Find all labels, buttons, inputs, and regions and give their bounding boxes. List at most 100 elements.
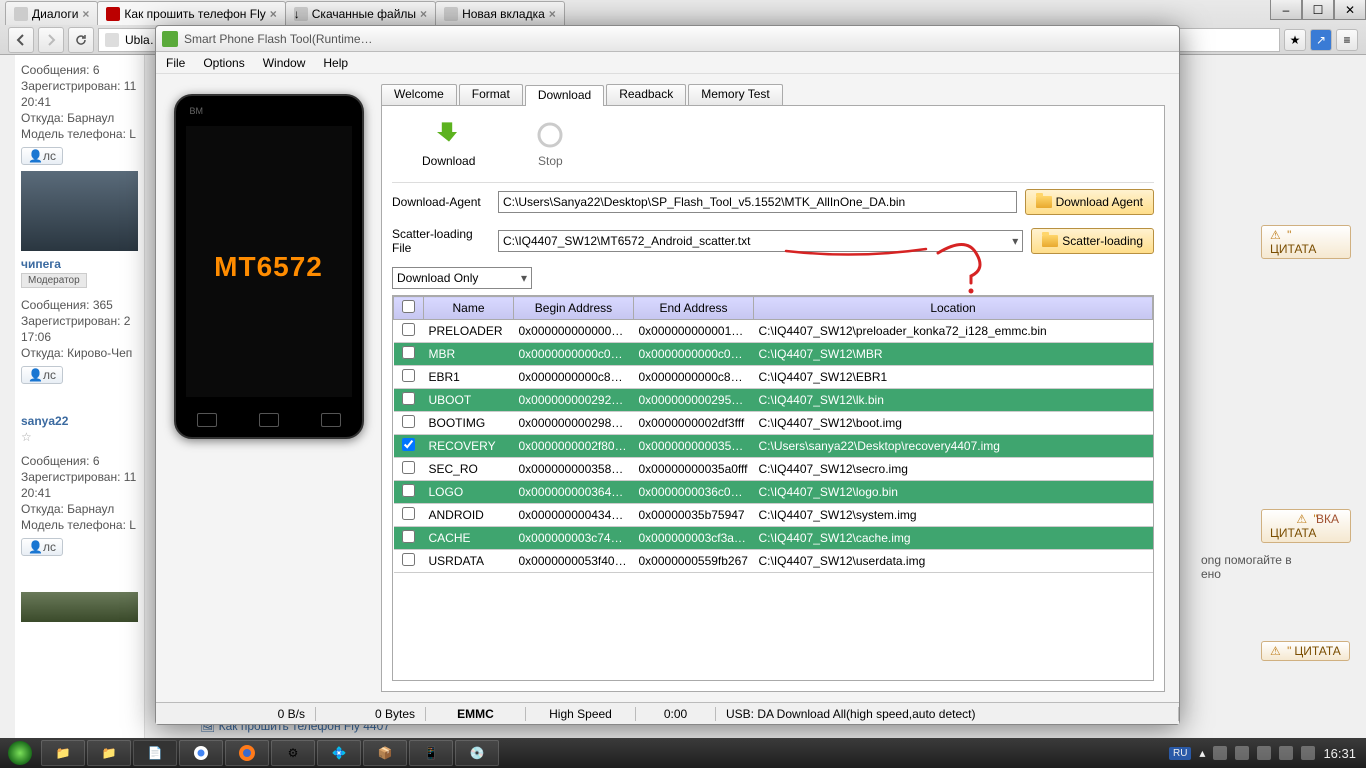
app-titlebar[interactable]: Smart Phone Flash Tool(Runtime… bbox=[156, 26, 1179, 52]
star-icon[interactable]: ★ bbox=[1284, 29, 1306, 51]
menu-options[interactable]: Options bbox=[203, 56, 244, 70]
scatter-button[interactable]: Scatter-loading bbox=[1031, 228, 1154, 254]
taskbar-item[interactable]: 💿 bbox=[455, 740, 499, 766]
table-row[interactable]: LOGO0x00000000036400000x0000000036c0ac1C… bbox=[394, 481, 1153, 504]
table-row[interactable]: CACHE0x000000003c7400000x000000003cf3a0e… bbox=[394, 527, 1153, 550]
table-row[interactable]: USRDATA0x0000000053f400000x0000000559fb2… bbox=[394, 550, 1153, 573]
select-all-checkbox[interactable] bbox=[402, 300, 415, 313]
share-icon[interactable]: ↗ bbox=[1310, 29, 1332, 51]
menu-file[interactable]: File bbox=[166, 56, 185, 70]
back-button[interactable] bbox=[8, 27, 34, 53]
col-end[interactable]: End Address bbox=[634, 297, 754, 320]
download-agent-button[interactable]: Download Agent bbox=[1025, 189, 1154, 215]
window-minimize-button[interactable]: – bbox=[1270, 0, 1302, 20]
clock[interactable]: 16:31 bbox=[1323, 746, 1356, 761]
quote-button[interactable]: ⚠ "ЦИТАТА bbox=[1261, 641, 1350, 661]
start-button[interactable] bbox=[0, 738, 40, 768]
download-mode-select[interactable]: Download Only bbox=[392, 267, 532, 289]
browser-tab-1[interactable]: Как прошить телефон Fly × bbox=[97, 1, 285, 25]
row-checkbox[interactable] bbox=[402, 507, 415, 520]
taskbar-item[interactable]: ⚙ bbox=[271, 740, 315, 766]
row-checkbox[interactable] bbox=[402, 369, 415, 382]
table-row[interactable]: ANDROID0x00000000043400000x00000035b7594… bbox=[394, 504, 1153, 527]
taskbar-item[interactable]: 📁 bbox=[87, 740, 131, 766]
row-location: C:\IQ4407_SW12\system.img bbox=[754, 504, 1153, 527]
contact-button[interactable]: 👤лс bbox=[21, 538, 63, 556]
contact-button[interactable]: 👤лс bbox=[21, 147, 63, 165]
reload-button[interactable] bbox=[68, 27, 94, 53]
tab-close-icon[interactable]: × bbox=[270, 7, 277, 21]
taskbar-item[interactable] bbox=[179, 740, 223, 766]
row-checkbox[interactable] bbox=[402, 346, 415, 359]
forward-button[interactable] bbox=[38, 27, 64, 53]
scatter-combo[interactable]: C:\IQ4407_SW12\MT6572_Android_scatter.tx… bbox=[498, 230, 1023, 252]
tab-memory-test[interactable]: Memory Test bbox=[688, 84, 782, 105]
tab-download[interactable]: Download bbox=[525, 85, 604, 106]
col-checkbox[interactable] bbox=[394, 297, 424, 320]
row-checkbox[interactable] bbox=[402, 553, 415, 566]
browser-tab-2[interactable]: ↓ Скачанные файлы × bbox=[285, 1, 436, 25]
language-indicator[interactable]: RU bbox=[1169, 747, 1191, 760]
quote-button[interactable]: ВКА ⚠ "ЦИТАТА bbox=[1261, 509, 1351, 543]
browser-tab-3[interactable]: Новая вкладка × bbox=[435, 1, 565, 25]
menu-icon[interactable]: ≡ bbox=[1336, 29, 1358, 51]
row-location: C:\IQ4407_SW12\secro.img bbox=[754, 458, 1153, 481]
username-link[interactable]: sanya22 bbox=[21, 414, 138, 428]
table-row[interactable]: EBR10x0000000000c800000x0000000000c801ff… bbox=[394, 366, 1153, 389]
contact-button[interactable]: 👤лс bbox=[21, 366, 63, 384]
app-title: Smart Phone Flash Tool(Runtime… bbox=[184, 32, 373, 46]
menu-help[interactable]: Help bbox=[323, 56, 348, 70]
row-checkbox[interactable] bbox=[402, 415, 415, 428]
tab-close-icon[interactable]: × bbox=[549, 7, 556, 21]
quote-button[interactable]: ⚠ "ЦИТАТА bbox=[1261, 225, 1351, 259]
menu-window[interactable]: Window bbox=[263, 56, 306, 70]
table-row[interactable]: MBR0x0000000000c000000x0000000000c001ffC… bbox=[394, 343, 1153, 366]
tray-icon[interactable] bbox=[1235, 746, 1249, 760]
tab-close-icon[interactable]: × bbox=[420, 7, 427, 21]
col-location[interactable]: Location bbox=[754, 297, 1153, 320]
tab-welcome[interactable]: Welcome bbox=[381, 84, 457, 105]
taskbar-item[interactable]: 📱 bbox=[409, 740, 453, 766]
col-begin[interactable]: Begin Address bbox=[514, 297, 634, 320]
row-begin: 0x0000000000000000 bbox=[514, 320, 634, 343]
taskbar-item[interactable]: 💠 bbox=[317, 740, 361, 766]
tray-icon[interactable] bbox=[1257, 746, 1271, 760]
row-checkbox[interactable] bbox=[402, 461, 415, 474]
row-checkbox[interactable] bbox=[402, 392, 415, 405]
window-close-button[interactable]: ✕ bbox=[1334, 0, 1366, 20]
user-meta: 17:06 bbox=[21, 330, 138, 344]
table-row[interactable]: PRELOADER0x00000000000000000x00000000000… bbox=[394, 320, 1153, 343]
browser-tab-0[interactable]: Диалоги × bbox=[5, 1, 98, 25]
row-name: EBR1 bbox=[424, 366, 514, 389]
row-begin: 0x0000000003580000 bbox=[514, 458, 634, 481]
row-checkbox[interactable] bbox=[402, 530, 415, 543]
tray-icon[interactable] bbox=[1301, 746, 1315, 760]
table-row[interactable]: RECOVERY0x0000000002f800000x000000000035… bbox=[394, 435, 1153, 458]
table-row[interactable]: UBOOT0x00000000029200000x000000000295c23… bbox=[394, 389, 1153, 412]
tab-readback[interactable]: Readback bbox=[606, 84, 686, 105]
table-row[interactable]: BOOTIMG0x00000000029800000x0000000002df3… bbox=[394, 412, 1153, 435]
row-checkbox[interactable] bbox=[402, 323, 415, 336]
taskbar-item[interactable]: 📦 bbox=[363, 740, 407, 766]
window-maximize-button[interactable]: ☐ bbox=[1302, 0, 1334, 20]
user-meta: Откуда: Барнаул bbox=[21, 111, 138, 125]
download-action[interactable]: Download bbox=[422, 120, 475, 168]
tray-up-icon[interactable]: ▴ bbox=[1199, 746, 1205, 760]
download-agent-input[interactable] bbox=[498, 191, 1017, 213]
tray-icon[interactable] bbox=[1213, 746, 1227, 760]
col-name[interactable]: Name bbox=[424, 297, 514, 320]
stop-action[interactable]: Stop bbox=[535, 120, 565, 168]
phone-illustration: BM MT6572 bbox=[174, 94, 364, 439]
username-link[interactable]: чипега bbox=[21, 257, 138, 271]
tab-close-icon[interactable]: × bbox=[82, 7, 89, 21]
taskbar-item[interactable]: 📄 bbox=[133, 740, 177, 766]
tab-format[interactable]: Format bbox=[459, 84, 523, 105]
status-time: 0:00 bbox=[636, 707, 716, 721]
row-checkbox[interactable] bbox=[402, 438, 415, 451]
taskbar-item[interactable] bbox=[225, 740, 269, 766]
taskbar-item[interactable]: 📁 bbox=[41, 740, 85, 766]
stop-icon bbox=[535, 120, 565, 150]
table-row[interactable]: SEC_RO0x00000000035800000x00000000035a0f… bbox=[394, 458, 1153, 481]
tray-icon[interactable] bbox=[1279, 746, 1293, 760]
row-checkbox[interactable] bbox=[402, 484, 415, 497]
